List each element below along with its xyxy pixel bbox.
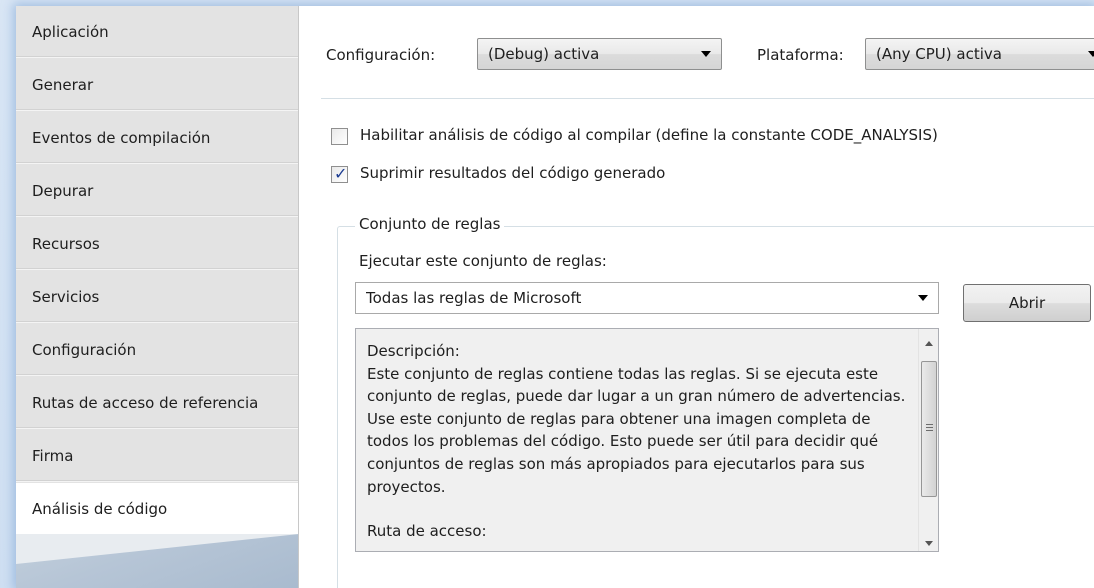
- suppress-generated-checkbox[interactable]: ✓: [331, 164, 348, 183]
- sidebar-item-servicios[interactable]: Servicios: [16, 271, 298, 323]
- configuration-select-value: (Debug) activa: [488, 45, 600, 63]
- description-scrollbar[interactable]: [918, 329, 938, 551]
- sidebar-item-label: Aplicación: [32, 22, 109, 41]
- platform-select[interactable]: (Any CPU) activa: [865, 38, 1094, 70]
- sidebar-item-label: Análisis de código: [32, 499, 168, 518]
- sidebar-item-label: Recursos: [32, 234, 100, 253]
- sidebar-item-depurar[interactable]: Depurar: [16, 165, 298, 217]
- configuration-select[interactable]: (Debug) activa: [477, 38, 722, 70]
- main-panel: Configuración: (Debug) activa Plataforma…: [299, 6, 1094, 588]
- chevron-down-icon: [701, 51, 711, 57]
- description-heading: Descripción:: [367, 342, 460, 360]
- configuration-label: Configuración:: [326, 46, 436, 64]
- suppress-generated-label: Suprimir resultados del código generado: [360, 164, 666, 182]
- ruleset-select-value: Todas las reglas de Microsoft: [366, 289, 582, 307]
- scroll-up-button[interactable]: [919, 333, 938, 353]
- open-ruleset-button[interactable]: Abrir: [963, 284, 1091, 322]
- sidebar-item-eventos-compilacion[interactable]: Eventos de compilación: [16, 112, 298, 164]
- platform-select-value: (Any CPU) activa: [876, 45, 1002, 63]
- sidebar-item-generar[interactable]: Generar: [16, 59, 298, 111]
- ruleset-description-box[interactable]: Descripción: Este conjunto de reglas con…: [355, 328, 939, 552]
- sidebar-item-label: Rutas de acceso de referencia: [32, 393, 259, 412]
- ruleset-select[interactable]: Todas las reglas de Microsoft: [355, 282, 939, 314]
- path-label: Ruta de acceso:: [367, 522, 487, 541]
- sidebar-item-label: Configuración: [32, 340, 137, 359]
- arrow-down-icon: [925, 540, 933, 546]
- open-ruleset-button-label: Abrir: [1008, 294, 1046, 312]
- sidebar-item-rutas-referencia[interactable]: Rutas de acceso de referencia: [16, 377, 298, 429]
- sidebar-decoration: [16, 534, 298, 588]
- project-properties-page: Aplicación Generar Eventos de compilació…: [16, 6, 1094, 588]
- sidebar-item-firma[interactable]: Firma: [16, 430, 298, 482]
- sidebar-item-label: Eventos de compilación: [32, 128, 211, 147]
- enable-analysis-checkbox[interactable]: [331, 128, 348, 145]
- chevron-down-icon: [1088, 51, 1094, 57]
- sidebar-item-label: Depurar: [32, 181, 94, 200]
- chevron-down-icon: [918, 295, 928, 301]
- ruleset-description: Descripción: Este conjunto de reglas con…: [367, 340, 915, 543]
- divider: [321, 98, 1094, 99]
- sidebar-item-label: Servicios: [32, 287, 100, 306]
- grip-icon: [926, 424, 933, 433]
- arrow-up-icon: [925, 340, 933, 346]
- sidebar-item-configuracion[interactable]: Configuración: [16, 324, 298, 376]
- scrollbar-thumb[interactable]: [921, 361, 937, 497]
- sidebar-item-label: Generar: [32, 75, 94, 94]
- enable-analysis-label: Habilitar análisis de código al compilar…: [360, 126, 938, 144]
- scroll-down-button[interactable]: [919, 533, 938, 551]
- ruleset-group-title: Conjunto de reglas: [355, 215, 505, 233]
- sidebar-item-analisis-codigo[interactable]: Análisis de código: [16, 483, 298, 535]
- sidebar-item-label: Firma: [32, 446, 74, 465]
- run-ruleset-label: Ejecutar este conjunto de reglas:: [359, 252, 607, 270]
- description-body: Este conjunto de reglas contiene todas l…: [367, 364, 906, 496]
- checkmark-icon: ✓: [334, 164, 348, 183]
- sidebar: Aplicación Generar Eventos de compilació…: [16, 6, 299, 588]
- platform-label: Plataforma:: [757, 46, 844, 64]
- sidebar-item-recursos[interactable]: Recursos: [16, 218, 298, 270]
- sidebar-item-aplicacion[interactable]: Aplicación: [16, 6, 298, 58]
